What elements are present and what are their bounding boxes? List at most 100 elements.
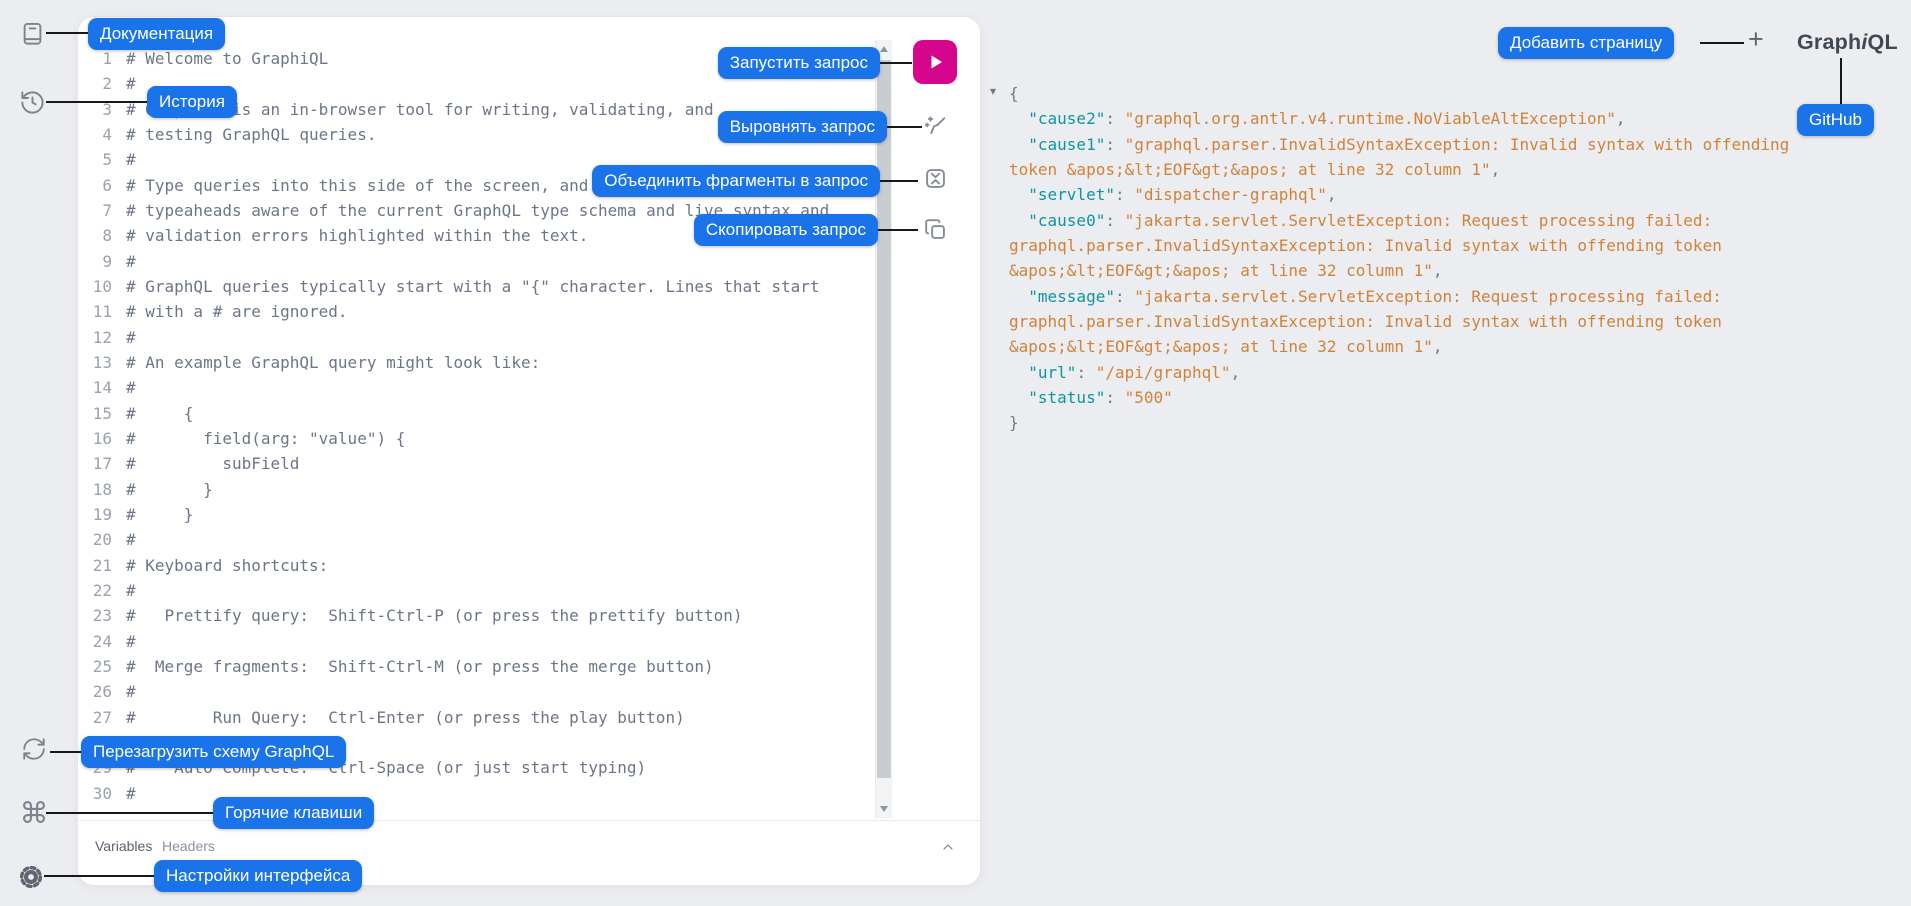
editor-line: 25# Merge fragments: Shift-Ctrl-M (or pr… [78,654,868,679]
line-text: # [112,325,136,350]
line-text: # Keyboard shortcuts: [112,553,328,578]
tooltip-connector [880,180,918,182]
line-number: 14 [78,375,112,400]
editor-line: 17# subField [78,451,868,476]
response-line: "url": "/api/graphql", [1009,360,1839,385]
line-text: # with a # are ignored. [112,299,348,324]
tooltip-shortcuts: Горячие клавиши [213,797,374,829]
tab-variables[interactable]: Variables [95,838,152,854]
editor-line: 18# } [78,477,868,502]
keyboard-shortcuts-button[interactable]: ⌘ [20,799,48,827]
response-lines: { "cause2": "graphql.org.antlr.v4.runtim… [1009,81,1839,436]
response-line: &apos;&lt;EOF&gt;&apos; at line 32 colum… [1009,258,1839,283]
line-number: 7 [78,198,112,223]
response-line: } [1009,410,1839,435]
line-number: 26 [78,679,112,704]
settings-button[interactable] [17,863,45,891]
history-icon [19,89,46,116]
query-editor[interactable]: 1# Welcome to GraphiQL2#3# GraphiQL is a… [78,46,868,826]
tooltip-connector [1700,42,1744,44]
graphiql-app: ⌘ 1# Welcome to GraphiQL2#3# GraphiQL is… [0,0,1911,906]
line-number: 27 [78,705,112,730]
tooltip-documentation: Документация [88,18,225,50]
response-panel: { "cause2": "graphql.org.antlr.v4.runtim… [1009,81,1839,436]
docs-icon [19,20,46,47]
line-number: 9 [78,249,112,274]
reload-icon [21,736,47,762]
history-button[interactable] [18,88,46,116]
line-number: 25 [78,654,112,679]
line-number: 8 [78,223,112,248]
scrollbar-thumb[interactable] [877,60,891,778]
line-text: # field(arg: "value") { [112,426,405,451]
copy-query-button[interactable] [921,215,949,243]
run-query-button[interactable] [913,40,957,84]
tooltip-reload-schema: Перезагрузить схему GraphQL [81,736,346,768]
line-text: # [112,679,136,704]
line-text: # Run Query: Ctrl-Enter (or press the pl… [112,705,685,730]
logo-text: Graph [1797,30,1861,54]
line-number: 4 [78,122,112,147]
line-number: 11 [78,299,112,324]
tooltip-connector [46,101,147,103]
prettify-icon [922,113,949,140]
response-line: "message": "jakarta.servlet.ServletExcep… [1009,284,1839,309]
response-line: "servlet": "dispatcher-graphql", [1009,182,1839,207]
tooltip-merge: Объединить фрагменты в запрос [592,165,880,197]
tooltip-connector [46,812,213,814]
editor-line: 16# field(arg: "value") { [78,426,868,451]
line-number: 12 [78,325,112,350]
tab-headers[interactable]: Headers [162,838,215,854]
line-text: # } [112,477,213,502]
line-number: 6 [78,173,112,198]
line-text: # Merge fragments: Shift-Ctrl-M (or pres… [112,654,714,679]
tooltip-github: GitHub [1797,104,1874,136]
collapse-toggle[interactable]: ▾ [990,84,996,98]
line-number: 15 [78,401,112,426]
prettify-button[interactable] [921,112,949,140]
reload-schema-button[interactable] [20,735,48,763]
line-number: 23 [78,603,112,628]
line-number: 13 [78,350,112,375]
chevron-up-icon [940,839,956,855]
line-text: # [112,527,136,552]
line-text: # { [112,401,193,426]
editor-line: 21# Keyboard shortcuts: [78,553,868,578]
editor-line: 19# } [78,502,868,527]
tooltip-connector [50,751,81,753]
logo-text-end: QL [1868,30,1898,54]
merge-fragments-button[interactable] [921,164,949,192]
gear-icon [17,863,45,891]
line-number: 10 [78,274,112,299]
tooltip-connector [887,126,922,128]
merge-icon [922,165,949,192]
line-text: # [112,375,136,400]
line-text: # Prettify query: Shift-Ctrl-P (or press… [112,603,743,628]
line-text: # } [112,502,193,527]
collapse-tools-button[interactable] [936,835,960,859]
line-text: # [112,781,136,806]
line-text: # [112,71,136,96]
editor-line: 22# [78,578,868,603]
command-icon: ⌘ [20,799,49,828]
tooltip-history: История [147,86,237,118]
response-line: token &apos;&lt;EOF&gt;&apos; at line 32… [1009,157,1839,182]
line-text: # [112,629,136,654]
tooltip-settings: Настройки интерфейса [154,860,362,892]
scroll-up-arrow-icon[interactable] [880,46,888,52]
line-number: 19 [78,502,112,527]
line-text: # GraphQL queries typically start with a… [112,274,820,299]
line-text: # validation errors highlighted within t… [112,223,588,248]
docs-button[interactable] [18,19,46,47]
tooltip-connector [1840,58,1842,104]
tooltip-prettify: Выровнять запрос [718,111,887,143]
tooltip-connector [46,32,88,34]
add-tab-button[interactable]: + [1748,26,1764,53]
editor-line: 26# [78,679,868,704]
editor-line: 15# { [78,401,868,426]
editor-scrollbar[interactable] [875,40,892,818]
line-number: 17 [78,451,112,476]
line-number: 18 [78,477,112,502]
graphiql-logo[interactable]: GraphiQL [1797,30,1898,55]
scroll-down-arrow-icon[interactable] [880,806,888,812]
